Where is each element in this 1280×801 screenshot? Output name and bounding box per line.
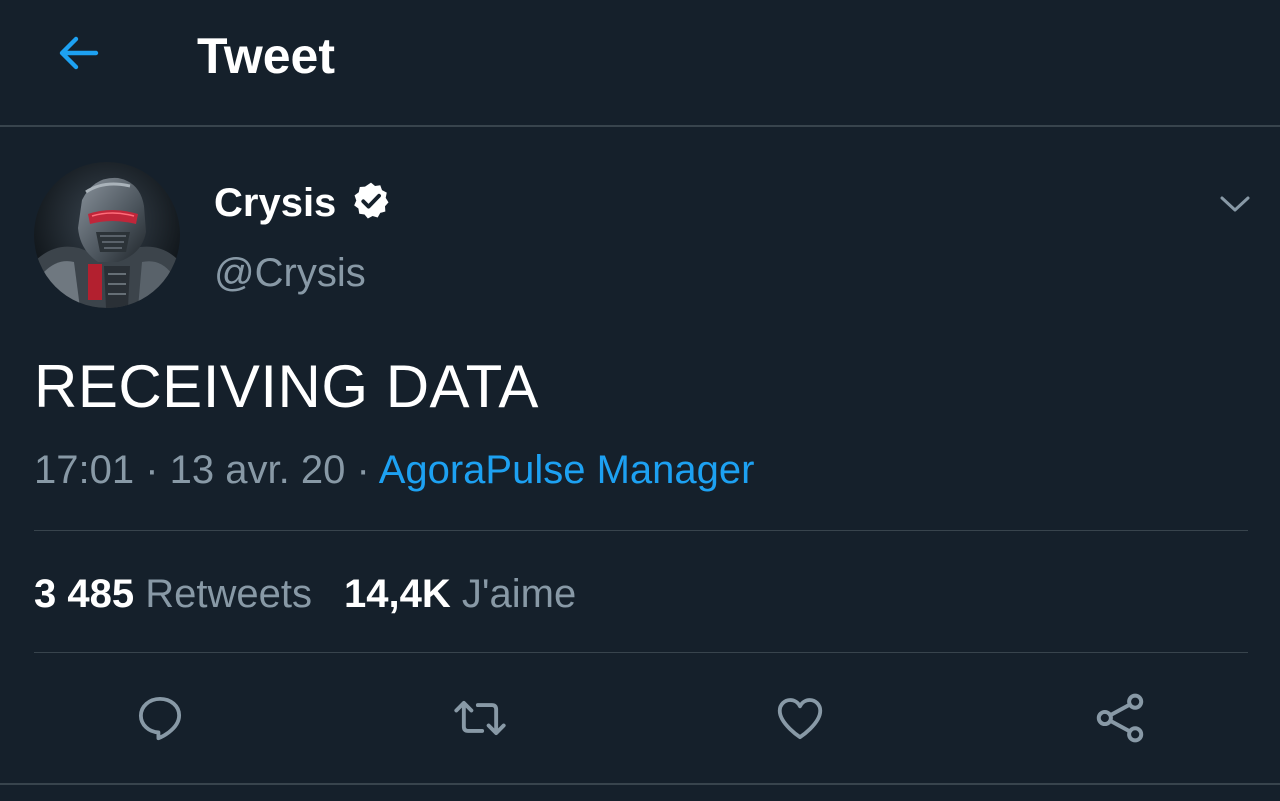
retweet-arrows-icon: [454, 700, 506, 736]
tweet-text: RECEIVING DATA: [34, 353, 539, 420]
tweet-source-link[interactable]: AgoraPulse Manager: [379, 448, 755, 492]
verified-badge-icon: [354, 182, 389, 219]
back-button[interactable]: [48, 26, 108, 80]
top-app-bar: Tweet: [0, 0, 1280, 127]
share-button[interactable]: [1092, 690, 1148, 746]
tweet-stats: 3 485 Retweets 14,4K J'aime: [34, 570, 576, 618]
avatar[interactable]: [34, 162, 180, 308]
avatar-image: [34, 162, 180, 308]
likes-count: 14,4K: [343, 572, 451, 616]
more-options-button[interactable]: [1212, 184, 1258, 224]
heart-icon: [777, 698, 823, 740]
share-nodes-icon: [1096, 693, 1144, 743]
meta-separator: ·: [345, 448, 379, 492]
reply-button[interactable]: [132, 690, 188, 746]
divider: [34, 530, 1248, 531]
author-name[interactable]: Crysis: [214, 180, 336, 226]
divider: [34, 652, 1248, 653]
tweet-detail-screen: Tweet Crysis @Crysis RECEIVING DATA 17:0…: [0, 0, 1280, 801]
likes-label: J'aime: [461, 572, 577, 616]
retweets-label: Retweets: [145, 572, 312, 616]
page-title: Tweet: [197, 28, 335, 84]
tweet-meta: 17:01 · 13 avr. 20 · AgoraPulse Manager: [34, 446, 754, 494]
retweets-stat[interactable]: 3 485 Retweets: [34, 570, 312, 618]
tweet-time: 17:01: [34, 448, 135, 492]
tweet-date: 13 avr. 20: [169, 448, 346, 492]
retweet-button[interactable]: [452, 690, 508, 746]
reply-bubble-icon: [138, 696, 182, 741]
bottom-divider: [0, 783, 1280, 785]
retweets-count: 3 485: [34, 572, 135, 616]
arrow-left-icon: [59, 36, 99, 70]
meta-separator: ·: [134, 448, 170, 492]
likes-stat[interactable]: 14,4K J'aime: [344, 570, 576, 618]
like-button[interactable]: [772, 690, 828, 746]
author-handle[interactable]: @Crysis: [214, 250, 366, 296]
chevron-down-icon: [1220, 196, 1250, 212]
